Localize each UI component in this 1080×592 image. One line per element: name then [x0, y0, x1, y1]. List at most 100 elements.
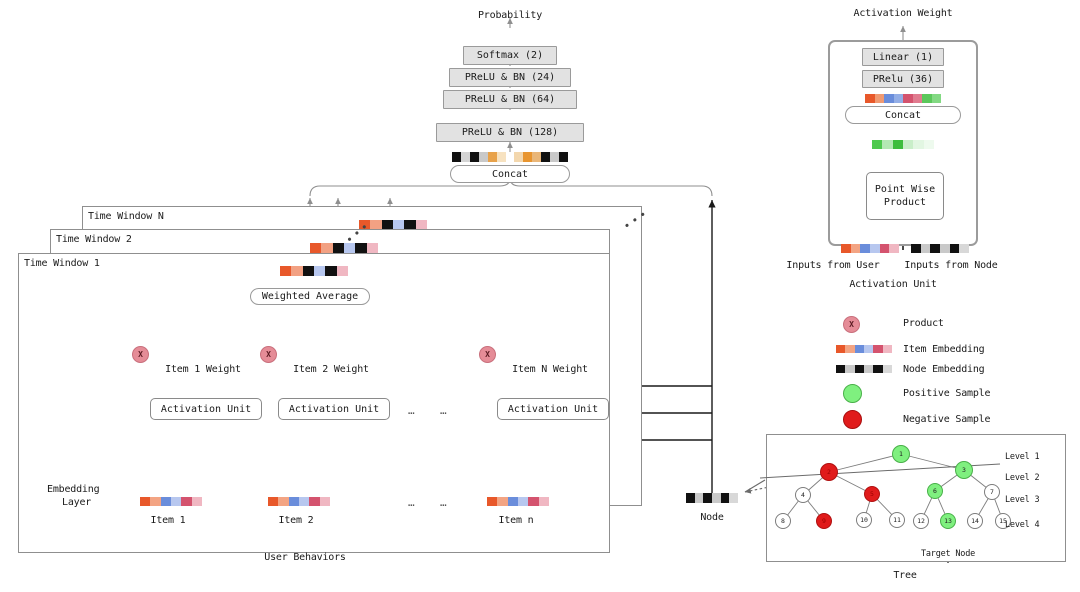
embedding-cell: [879, 244, 890, 253]
embedding-cell: [911, 244, 921, 253]
au-concat-box: Concat: [845, 106, 961, 124]
item-1-weight-label: Item 1 Weight: [165, 364, 241, 375]
embedding-cell: [298, 497, 310, 506]
inputs-from-user-label: Inputs from User: [786, 260, 880, 271]
tree-node-label: 7: [990, 488, 994, 496]
legend-item-label: Negative Sample: [903, 414, 991, 425]
activation-unit-n[interactable]: Activation Unit: [497, 398, 609, 420]
embedding-cell: [860, 244, 871, 253]
tree-node-label: 14: [971, 517, 979, 525]
legend-item-embedding-icon: [836, 345, 892, 353]
legend-item-label: Positive Sample: [903, 388, 991, 399]
softmax-layer: Softmax (2): [463, 46, 557, 65]
weighted-average-label: Weighted Average: [261, 291, 359, 302]
embedding-cell: [940, 244, 950, 253]
embedding-cell: [325, 266, 337, 276]
embedding-cell: [889, 244, 900, 253]
tree-node-1[interactable]: 1: [892, 445, 910, 463]
embedding-layer-label-line2: Layer: [62, 497, 92, 508]
tree-node-4[interactable]: 4: [795, 487, 811, 503]
tree-node-5[interactable]: 5: [864, 486, 880, 502]
embedding-cell: [841, 244, 851, 253]
embedding-cell: [931, 94, 941, 103]
legend-product-icon: X: [843, 316, 860, 333]
embedding-cell: [892, 140, 903, 149]
embedding-cell: [902, 140, 914, 149]
activation-unit-label: Activation Unit: [160, 403, 252, 415]
activation-unit-label: Activation Unit: [288, 403, 380, 415]
tree-level-1-label: Level 1: [1005, 452, 1040, 462]
linear-layer: Linear (1): [862, 48, 944, 66]
embedding-cell: [302, 266, 314, 276]
embedding-cell: [288, 497, 299, 506]
time-window-2-label: Time Window 2: [56, 234, 132, 245]
tree-node-11[interactable]: 11: [889, 512, 905, 528]
embedding-cell: [497, 497, 508, 506]
embedding-cell: [505, 152, 515, 162]
tree-node-3[interactable]: 3: [955, 461, 973, 479]
embedding-cell: [181, 497, 192, 506]
product-circle-n: X: [479, 346, 496, 363]
tree-node-14[interactable]: 14: [967, 513, 983, 529]
time-window-1-embedding: [280, 266, 348, 276]
item-2-weight-label: Item 2 Weight: [293, 364, 369, 375]
legend-item-label: Item Embedding: [903, 344, 985, 355]
target-node-label: Target Node: [920, 549, 976, 559]
activation-unit-1[interactable]: Activation Unit: [150, 398, 262, 420]
tree-node-6[interactable]: 6: [927, 483, 943, 499]
concat-box: Concat: [450, 165, 570, 183]
embedding-cell: [496, 152, 506, 162]
point-wise-product-box: Point Wise Product: [866, 172, 944, 220]
embedding-cell: [291, 266, 303, 276]
tree-node-label: 5: [870, 490, 874, 498]
activation-unit-caption: Activation Unit: [849, 279, 937, 290]
prelu-bn-24-label: PReLU & BN (24): [464, 72, 556, 83]
embedding-cell: [884, 94, 894, 103]
embedding-cell: [280, 266, 292, 276]
embedding-cell: [872, 140, 883, 149]
embedding-cell: [140, 497, 151, 506]
embedding-cell: [507, 497, 518, 506]
activation-unit-2[interactable]: Activation Unit: [278, 398, 390, 420]
embedding-cell: [550, 152, 560, 162]
tree-node-12[interactable]: 12: [913, 513, 929, 529]
legend-negative-icon: [843, 410, 862, 429]
item-n-embedding: [487, 497, 549, 506]
time-window-1-label: Time Window 1: [24, 258, 100, 269]
tree-node-9[interactable]: 9: [816, 513, 832, 529]
tree-node-2[interactable]: 2: [820, 463, 838, 481]
embedding-cell: [532, 152, 542, 162]
item-n-label: Item n: [498, 515, 534, 526]
embedding-cell: [694, 493, 704, 503]
embedding-cell: [870, 244, 880, 253]
embedding-cell: [268, 497, 279, 506]
tree-node-label: 2: [827, 468, 831, 476]
tree-level-4-label: Level 4: [1005, 520, 1040, 530]
tree-level-3-label: Level 3: [1005, 495, 1040, 505]
embedding-cell: [913, 140, 924, 149]
embedding-cell: [278, 497, 289, 506]
tree-node-13[interactable]: 13: [940, 513, 956, 529]
tree-node-10[interactable]: 10: [856, 512, 872, 528]
prelu-36-label: PRelu (36): [872, 73, 934, 85]
tree-node-7[interactable]: 7: [984, 484, 1000, 500]
embedding-cell: [310, 243, 322, 253]
inputs-from-node-label: Inputs from Node: [904, 260, 998, 271]
embedding-cell: [366, 243, 378, 253]
embedding-cell: [882, 140, 893, 149]
embedding-cell: [930, 244, 941, 253]
linear-layer-label: Linear (1): [872, 51, 934, 63]
tree-node-label: 1: [899, 450, 903, 458]
item-n-weight-label: Item N Weight: [512, 364, 588, 375]
tree-node-8[interactable]: 8: [775, 513, 791, 529]
prelu-bn-24-layer: PReLU & BN (24): [449, 68, 571, 87]
product-symbol: X: [138, 350, 143, 359]
node-label: Node: [700, 512, 724, 523]
embedding-cell: [517, 497, 529, 506]
point-wise-product-label-1: Point Wise: [874, 184, 936, 195]
embedding-cell: [514, 152, 524, 162]
prelu-bn-128-layer: PReLU & BN (128): [436, 123, 584, 142]
weighted-average-box: Weighted Average: [250, 288, 370, 305]
item-ellipsis: …: [408, 496, 415, 509]
embedding-cell: [452, 152, 461, 162]
